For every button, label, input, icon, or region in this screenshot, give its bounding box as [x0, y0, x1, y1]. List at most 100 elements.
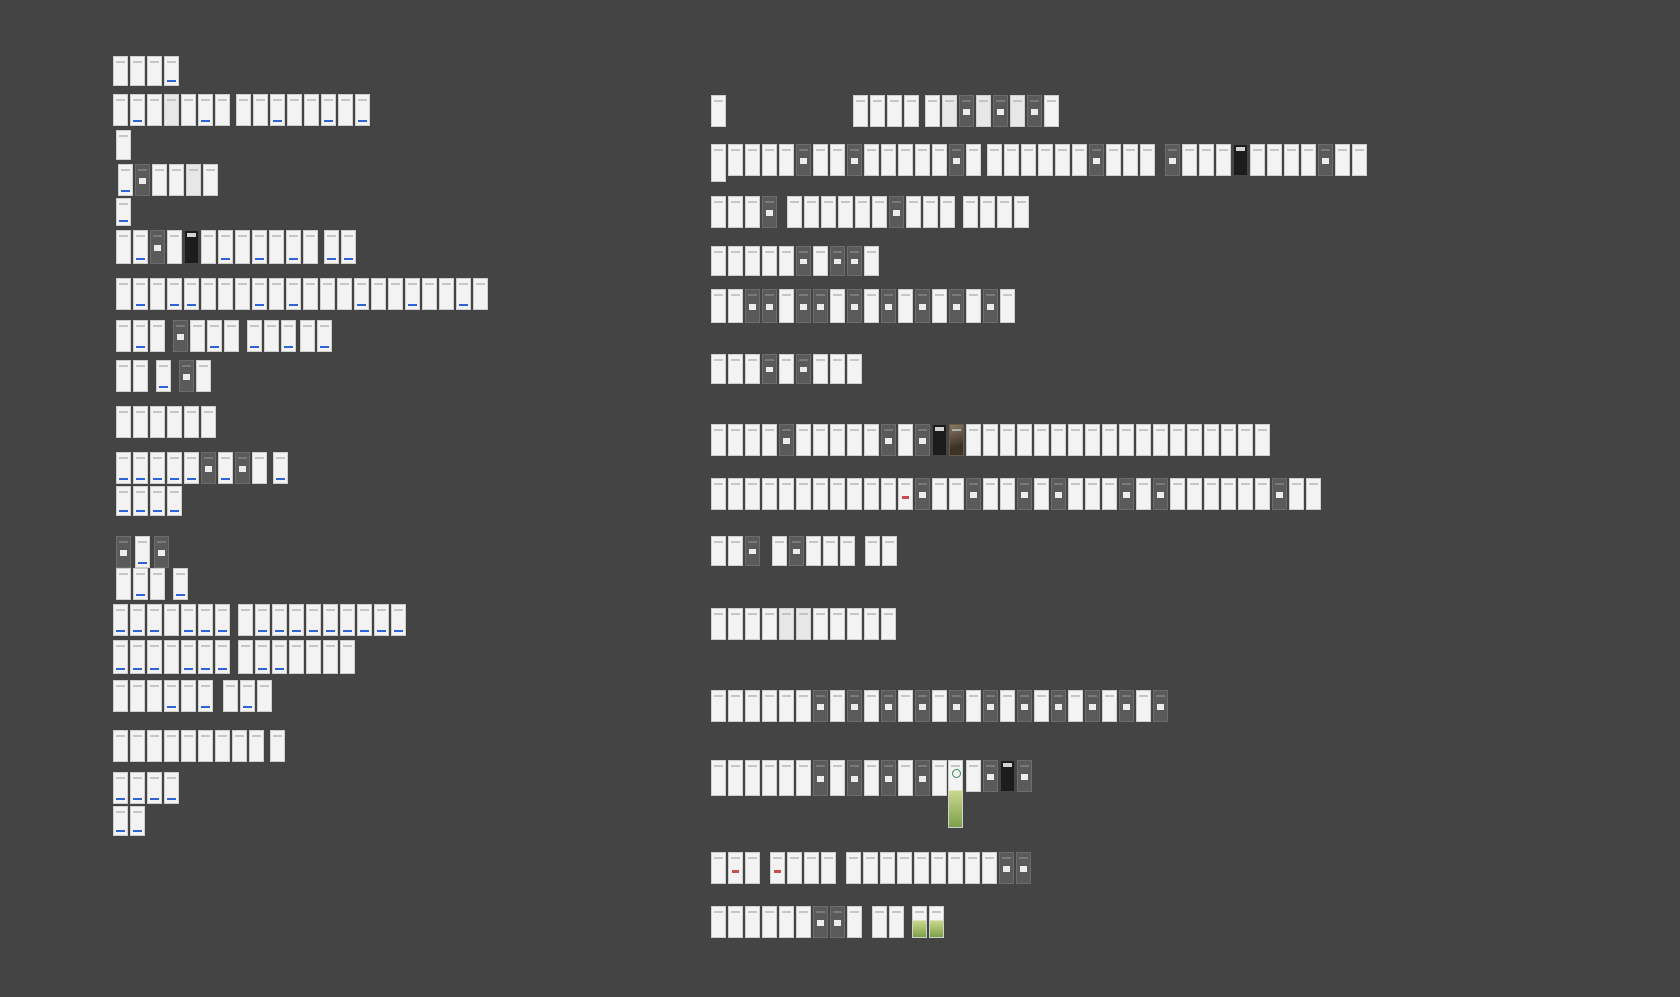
artboard-thumbnail[interactable]	[728, 196, 743, 228]
artboard-thumbnail[interactable]	[864, 144, 879, 176]
artboard-thumbnail[interactable]	[1187, 424, 1202, 456]
artboard-thumbnail[interactable]	[1016, 852, 1031, 884]
artboard-thumbnail[interactable]	[1119, 690, 1134, 722]
artboard-thumbnail[interactable]	[711, 690, 726, 722]
artboard-thumbnail[interactable]	[1153, 690, 1168, 722]
artboard-thumbnail[interactable]	[1051, 424, 1066, 456]
artboard-thumbnail[interactable]	[341, 230, 356, 264]
artboard-thumbnail[interactable]	[235, 230, 250, 264]
artboard-thumbnail[interactable]	[164, 640, 179, 674]
artboard-thumbnail[interactable]	[983, 424, 998, 456]
artboard-thumbnail[interactable]	[912, 906, 927, 938]
artboard-thumbnail[interactable]	[255, 640, 270, 674]
artboard-thumbnail[interactable]	[167, 486, 182, 516]
artboard-thumbnail[interactable]	[796, 354, 811, 384]
artboard-thumbnail[interactable]	[813, 608, 828, 640]
artboard-thumbnail[interactable]	[169, 164, 184, 196]
artboard-thumbnail[interactable]	[1119, 424, 1134, 456]
artboard-thumbnail[interactable]	[830, 608, 845, 640]
artboard-thumbnail[interactable]	[959, 95, 974, 127]
artboard-thumbnail[interactable]	[218, 278, 233, 310]
artboard-thumbnail[interactable]	[987, 144, 1002, 176]
artboard-thumbnail[interactable]	[847, 690, 862, 722]
artboard-thumbnail[interactable]	[813, 144, 828, 176]
artboard-thumbnail[interactable]	[813, 424, 828, 456]
artboard-thumbnail[interactable]	[252, 278, 267, 310]
artboard-thumbnail[interactable]	[116, 130, 131, 160]
artboard-thumbnail[interactable]	[184, 278, 199, 310]
design-canvas[interactable]	[0, 0, 1680, 997]
artboard-thumbnail[interactable]	[272, 604, 287, 636]
artboard-thumbnail[interactable]	[1068, 690, 1083, 722]
artboard-thumbnail[interactable]	[198, 680, 213, 712]
artboard-thumbnail[interactable]	[1085, 424, 1100, 456]
artboard-thumbnail[interactable]	[864, 690, 879, 722]
artboard-thumbnail[interactable]	[915, 289, 930, 323]
artboard-thumbnail[interactable]	[745, 354, 760, 384]
artboard-thumbnail[interactable]	[133, 406, 148, 438]
artboard-thumbnail[interactable]	[813, 289, 828, 323]
artboard-thumbnail[interactable]	[164, 730, 179, 762]
artboard-thumbnail[interactable]	[147, 56, 162, 86]
artboard-thumbnail[interactable]	[982, 852, 997, 884]
artboard-thumbnail[interactable]	[190, 320, 205, 352]
artboard-thumbnail[interactable]	[147, 604, 162, 636]
artboard-thumbnail[interactable]	[1034, 424, 1049, 456]
artboard-thumbnail[interactable]	[983, 760, 998, 792]
artboard-thumbnail[interactable]	[167, 406, 182, 438]
artboard-thumbnail[interactable]	[1014, 196, 1029, 228]
artboard-thumbnail[interactable]	[272, 640, 287, 674]
artboard-thumbnail[interactable]	[745, 424, 760, 456]
artboard-thumbnail[interactable]	[264, 320, 279, 352]
artboard-thumbnail[interactable]	[116, 406, 131, 438]
artboard-thumbnail[interactable]	[164, 680, 179, 712]
artboard-thumbnail[interactable]	[1238, 478, 1253, 510]
artboard-thumbnail[interactable]	[1085, 478, 1100, 510]
artboard-thumbnail[interactable]	[999, 852, 1014, 884]
artboard-thumbnail[interactable]	[1038, 144, 1053, 176]
artboard-thumbnail[interactable]	[355, 94, 370, 126]
artboard-thumbnail[interactable]	[728, 608, 743, 640]
artboard-thumbnail[interactable]	[745, 760, 760, 796]
artboard-thumbnail[interactable]	[133, 452, 148, 484]
artboard-thumbnail[interactable]	[252, 452, 267, 484]
artboard-thumbnail[interactable]	[932, 424, 947, 456]
artboard-thumbnail[interactable]	[116, 278, 131, 310]
artboard-thumbnail[interactable]	[173, 568, 188, 600]
artboard-thumbnail[interactable]	[218, 452, 233, 484]
artboard-thumbnail[interactable]	[1000, 760, 1015, 792]
artboard-thumbnail[interactable]	[113, 730, 128, 762]
artboard-thumbnail[interactable]	[779, 690, 794, 722]
artboard-thumbnail[interactable]	[133, 486, 148, 516]
artboard-thumbnail[interactable]	[881, 424, 896, 456]
artboard-thumbnail[interactable]	[357, 604, 372, 636]
artboard-thumbnail[interactable]	[1170, 478, 1185, 510]
artboard-thumbnail[interactable]	[181, 640, 196, 674]
artboard-thumbnail[interactable]	[1221, 478, 1236, 510]
artboard-thumbnail[interactable]	[1204, 478, 1219, 510]
artboard-thumbnail[interactable]	[711, 354, 726, 384]
artboard-thumbnail[interactable]	[289, 604, 304, 636]
artboard-thumbnail[interactable]	[779, 760, 794, 796]
artboard-thumbnail[interactable]	[976, 95, 991, 127]
artboard-thumbnail[interactable]	[787, 196, 802, 228]
artboard-thumbnail[interactable]	[150, 568, 165, 600]
artboard-thumbnail[interactable]	[881, 760, 896, 796]
artboard-thumbnail[interactable]	[728, 906, 743, 938]
artboard-thumbnail[interactable]	[1000, 424, 1015, 456]
artboard-thumbnail[interactable]	[321, 94, 336, 126]
artboard-thumbnail[interactable]	[932, 478, 947, 510]
artboard-thumbnail[interactable]	[898, 424, 913, 456]
artboard-thumbnail[interactable]	[116, 198, 131, 226]
artboard-thumbnail[interactable]	[1085, 690, 1100, 722]
artboard-thumbnail[interactable]	[130, 56, 145, 86]
artboard-thumbnail[interactable]	[711, 608, 726, 640]
artboard-thumbnail[interactable]	[745, 690, 760, 722]
artboard-thumbnail[interactable]	[236, 94, 251, 126]
artboard-thumbnail[interactable]	[306, 640, 321, 674]
artboard-thumbnail[interactable]	[1233, 144, 1248, 176]
artboard-thumbnail[interactable]	[201, 406, 216, 438]
artboard-thumbnail[interactable]	[1027, 95, 1042, 127]
artboard-thumbnail[interactable]	[130, 604, 145, 636]
artboard-thumbnail[interactable]	[904, 95, 919, 127]
